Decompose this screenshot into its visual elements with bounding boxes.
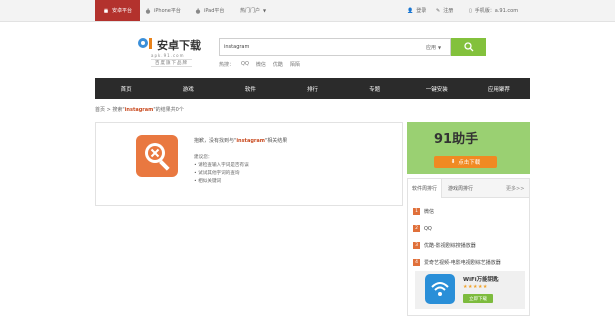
nav-item-ranking[interactable]: 排行	[281, 78, 343, 99]
mobile-label: 手机版：	[474, 8, 495, 14]
message-keyword: instagram	[236, 138, 265, 144]
mobile-url: a.91.com	[494, 7, 519, 14]
rank-item[interactable]: 3 优酷-影视剧综搜播放器	[413, 242, 476, 249]
mobile-link[interactable]: ▯ 手机版： a.91.com	[469, 0, 518, 21]
edit-icon: ✎	[436, 7, 441, 14]
logo-subtitle: apk.91.com	[151, 53, 185, 58]
top-bar: 安卓平台 iPhone平台 iPad平台 热门门户 ▼ 👤 登录 ✎ 注册 ▯ …	[0, 0, 615, 22]
user-icon: 👤	[407, 7, 414, 14]
hotword-link[interactable]: 优酷	[273, 61, 283, 68]
download-icon: ⬇	[450, 159, 456, 165]
more-link[interactable]: 更多>>	[506, 179, 524, 197]
promo-button-label: 点击下载	[458, 160, 481, 166]
register-link[interactable]: ✎ 注册	[436, 0, 453, 21]
breadcrumb-separator: >	[106, 107, 111, 113]
logo-title: 安卓下载	[157, 39, 201, 52]
rank-number: 2	[413, 225, 420, 232]
tip-item: • 试试其他字词的查询	[194, 171, 240, 176]
tab-games-weekly[interactable]: 游戏周排行	[448, 179, 473, 197]
rank-app-name: 微信	[424, 209, 435, 215]
hotword-link[interactable]: 微信	[256, 61, 266, 68]
platform-tab-portal[interactable]: 热门门户 ▼	[240, 0, 266, 21]
hotword-link[interactable]: 陌陌	[290, 61, 300, 68]
message-suffix: "相关结果	[264, 138, 288, 144]
rating-stars: ★★★★★	[463, 284, 488, 290]
rank-number: 3	[413, 242, 420, 249]
search-box: 应用 ▼	[219, 38, 451, 56]
tip-item: • 相似关键词	[194, 179, 222, 184]
search-icon	[463, 41, 473, 51]
apple-icon	[145, 7, 151, 14]
rank-item[interactable]: 2 QQ	[413, 225, 432, 232]
rank-app-name: QQ	[424, 225, 432, 232]
featured-download-button[interactable]: 立即下载	[463, 294, 493, 303]
platform-label: iPhone平台	[154, 8, 181, 14]
rank-item[interactable]: 1 微信	[413, 208, 434, 215]
register-label: 注册	[443, 8, 454, 14]
promo-brand: 91助手	[434, 132, 479, 147]
breadcrumb: 首页 > 搜索"instagram"的结果共0个	[95, 106, 184, 113]
platform-label: iPad平台	[204, 8, 225, 14]
breadcrumb-prefix: 搜索"	[112, 107, 125, 113]
wifi-key-app-icon	[425, 274, 455, 304]
logo-slogan: 百度旗下品牌	[151, 59, 192, 67]
logo-91-icon	[138, 38, 152, 49]
login-label: 登录	[416, 8, 427, 14]
no-result-panel: 抱歉，没有找到与"instagram"相关结果 建议您： • 请检查输入字词是否…	[95, 122, 403, 206]
main-nav: 首页 游戏 软件 排行 专题 一键安装 应用聚荐	[95, 78, 530, 99]
featured-app[interactable]: WiFi万能钥匙 ★★★★★ 立即下载	[415, 271, 525, 309]
tip-item: • 请检查输入字词是否有误	[194, 163, 249, 168]
search-input[interactable]	[224, 41, 414, 53]
nav-item-games[interactable]: 游戏	[157, 78, 219, 99]
breadcrumb-suffix: "的结果共0个	[153, 107, 184, 113]
platform-tab-iphone[interactable]: iPhone平台	[145, 0, 181, 21]
rank-number: 4	[413, 259, 420, 266]
breadcrumb-home[interactable]: 首页	[95, 107, 105, 113]
platform-tab-android[interactable]: 安卓平台	[95, 0, 140, 21]
no-result-message: 抱歉，没有找到与"instagram"相关结果	[194, 137, 287, 144]
rank-app-name: 爱奇艺视频-电影电视剧综艺播放器	[424, 260, 501, 266]
site-logo[interactable]: 安卓下载 apk.91.com 百度旗下品牌	[137, 34, 213, 67]
featured-app-name: WiFi万能钥匙	[463, 277, 499, 283]
ranking-tabs: 软件周排行 游戏周排行 更多>>	[408, 179, 529, 198]
nav-item-home[interactable]: 首页	[95, 78, 157, 99]
platform-label: 安卓平台	[111, 8, 132, 14]
rank-item[interactable]: 4 爱奇艺视频-电影电视剧综艺播放器	[413, 259, 501, 266]
wifi-icon	[431, 282, 449, 296]
chevron-down-icon: ▼	[263, 8, 267, 13]
no-result-magnifier-icon	[136, 135, 178, 177]
nav-item-software[interactable]: 软件	[219, 78, 281, 99]
promo-banner-91-assistant[interactable]: 91助手 ⬇ 点击下载	[407, 122, 530, 174]
nav-item-app-recommend[interactable]: 应用聚荐	[468, 78, 530, 99]
hotwords-label: 热搜：	[219, 62, 235, 68]
search-type-select[interactable]: 应用 ▼	[426, 39, 441, 55]
phone-icon: ▯	[469, 7, 472, 14]
breadcrumb-keyword: instagram	[124, 107, 154, 113]
nav-item-topics[interactable]: 专题	[344, 78, 406, 99]
hot-search-words: 热搜： QQ 微信 优酷 陌陌	[219, 61, 300, 68]
platform-tab-ipad[interactable]: iPad平台	[195, 0, 224, 21]
platform-label: 热门门户	[240, 8, 261, 14]
ranking-box: 软件周排行 游戏周排行 更多>> 1 微信 2 QQ 3 优酷-影视剧综搜播放器…	[407, 178, 530, 316]
android-icon	[104, 8, 108, 13]
tips-title: 建议您：	[194, 155, 213, 160]
rank-number: 1	[413, 208, 420, 215]
login-link[interactable]: 👤 登录	[407, 0, 426, 21]
search-type-label: 应用	[426, 44, 437, 51]
tab-software-weekly[interactable]: 软件周排行	[408, 179, 443, 198]
hotword-link[interactable]: QQ	[241, 61, 249, 68]
promo-download-button[interactable]: ⬇ 点击下载	[434, 156, 497, 168]
chevron-down-icon: ▼	[438, 44, 442, 50]
nav-item-one-click-install[interactable]: 一键安装	[406, 78, 468, 99]
rank-app-name: 优酷-影视剧综搜播放器	[424, 243, 476, 249]
message-prefix: 抱歉，没有找到与"	[194, 138, 237, 144]
search-button[interactable]	[451, 38, 486, 56]
apple-icon	[195, 7, 201, 14]
